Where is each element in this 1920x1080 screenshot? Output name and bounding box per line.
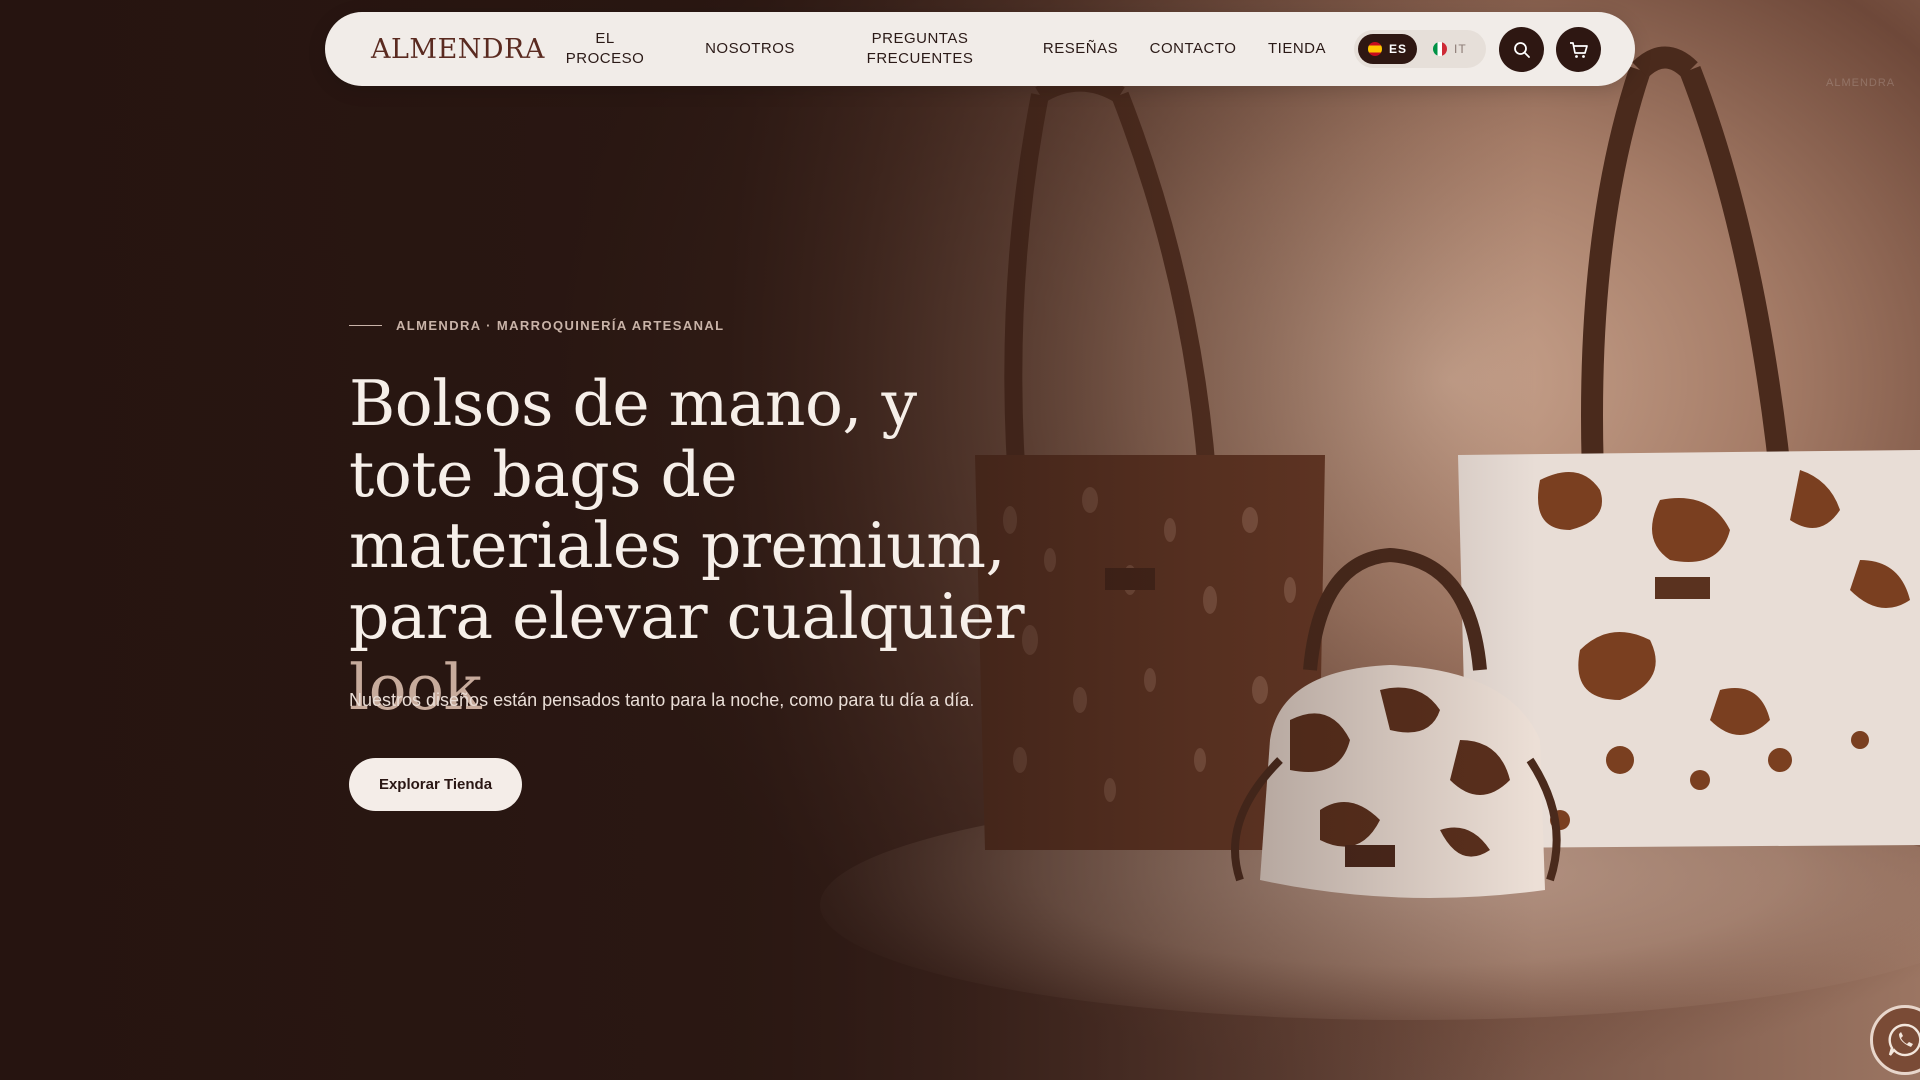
explore-store-button[interactable]: Explorar Tienda bbox=[349, 758, 522, 811]
eyebrow-text: ALMENDRA · MARROQUINERÍA ARTESANAL bbox=[396, 318, 725, 333]
search-icon bbox=[1513, 41, 1530, 58]
nav-link-nosotros[interactable]: NOSOTROS bbox=[695, 12, 805, 86]
main-navbar: ALMENDRA EL PROCESO NOSOTROS PREGUNTAS F… bbox=[325, 12, 1635, 86]
headline-accent: look bbox=[349, 651, 482, 724]
nav-link-preguntas-frecuentes[interactable]: PREGUNTAS FRECUENTES bbox=[845, 12, 995, 86]
spain-flag-icon bbox=[1368, 42, 1382, 56]
hero-headline: Bolsos de mano, y tote bags de materiale… bbox=[349, 368, 1049, 723]
eyebrow-divider bbox=[349, 325, 382, 326]
headline-main: Bolsos de mano, y tote bags de materiale… bbox=[349, 367, 1025, 653]
hero-eyebrow: ALMENDRA · MARROQUINERÍA ARTESANAL bbox=[349, 318, 725, 333]
cart-button[interactable] bbox=[1556, 27, 1601, 72]
language-code-es: ES bbox=[1389, 42, 1408, 56]
brand-name: ALMENDRA bbox=[371, 33, 545, 65]
nav-link-resenas[interactable]: RESEÑAS bbox=[1033, 12, 1128, 86]
hero-subtitle: Nuestros diseños están pensados tanto pa… bbox=[349, 690, 975, 710]
language-switcher: ES IT bbox=[1354, 30, 1486, 68]
italy-flag-icon bbox=[1433, 42, 1448, 56]
cart-icon bbox=[1569, 41, 1588, 58]
nav-link-el-proceso[interactable]: EL PROCESO bbox=[555, 12, 655, 86]
language-option-es[interactable]: ES bbox=[1358, 34, 1418, 64]
brand-logo[interactable]: ALMENDRA bbox=[357, 32, 545, 66]
search-button[interactable] bbox=[1499, 27, 1544, 72]
whatsapp-icon bbox=[1888, 1023, 1920, 1057]
nav-link-tienda[interactable]: TIENDA bbox=[1257, 12, 1337, 86]
background-watermark: ALMENDRA bbox=[1826, 77, 1896, 89]
language-code-it: IT bbox=[1454, 42, 1467, 56]
language-option-it[interactable]: IT bbox=[1423, 34, 1477, 64]
nav-link-contacto[interactable]: CONTACTO bbox=[1143, 12, 1243, 86]
